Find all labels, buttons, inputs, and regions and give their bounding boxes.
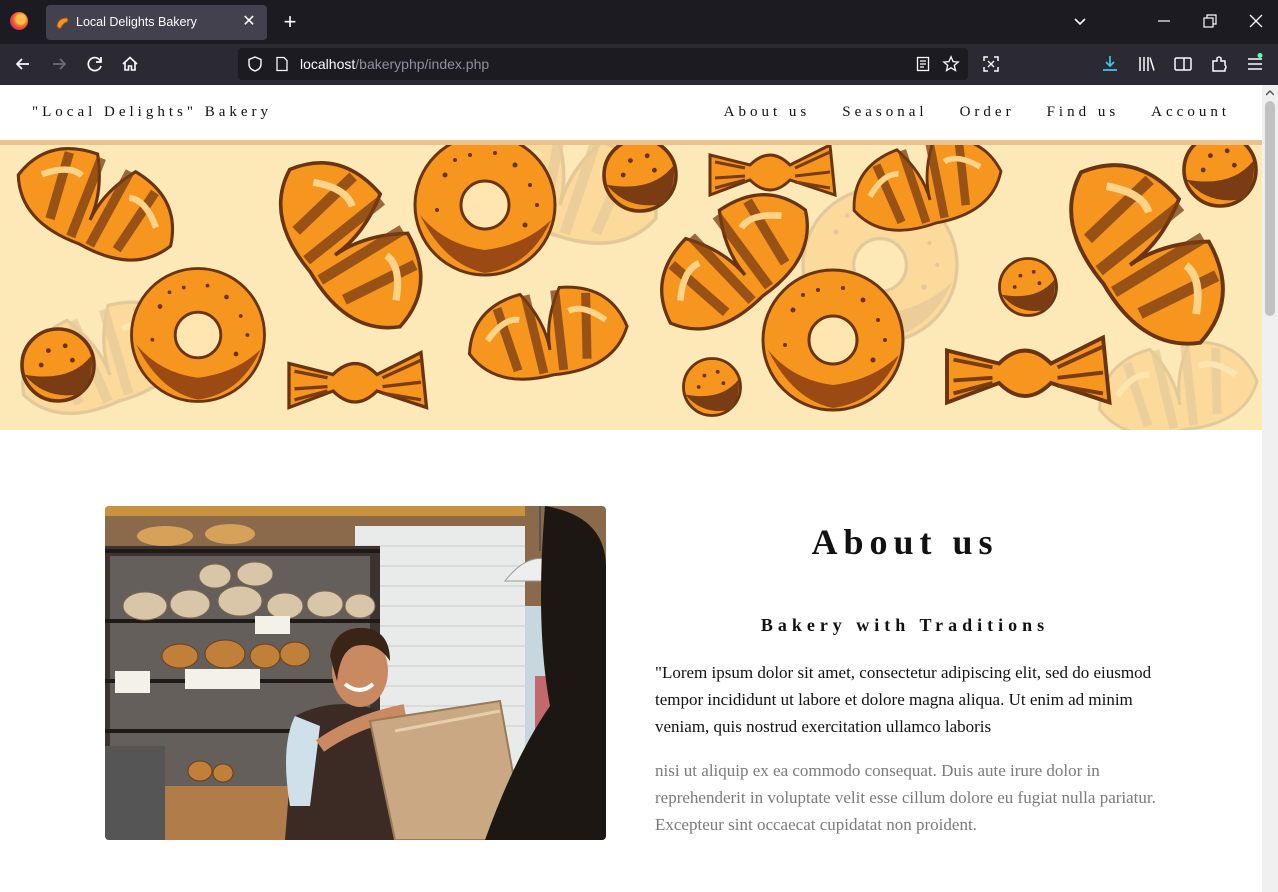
browser-tab-active[interactable]: Local Delights Bakery ✕ xyxy=(46,5,267,40)
site-nav: About us Seasonal Order Find us Account xyxy=(724,104,1230,121)
firefox-logo-icon[interactable] xyxy=(10,12,28,30)
browser-tabbar: Local Delights Bakery ✕ + xyxy=(0,0,1278,44)
baker-handing-bag-image xyxy=(105,506,606,840)
url-path: /bakeryphp/index.php xyxy=(355,56,490,72)
nav-link-find-us[interactable]: Find us xyxy=(1047,104,1120,121)
screenshot-icon[interactable] xyxy=(980,53,1002,75)
download-icon[interactable] xyxy=(1099,53,1121,75)
url-bar[interactable]: localhost/bakeryphp/index.php xyxy=(238,48,968,80)
url-text[interactable]: localhost/bakeryphp/index.php xyxy=(300,56,489,72)
tab-close-icon[interactable]: ✕ xyxy=(239,11,259,33)
about-paragraph-primary: "Lorem ipsum dolor sit amet, consectetur… xyxy=(655,663,1152,736)
croissant-favicon-icon xyxy=(56,17,69,29)
pastry-pattern-illustration xyxy=(0,145,1262,430)
library-icon[interactable] xyxy=(1136,53,1158,75)
scrollbar-thumb[interactable] xyxy=(1265,101,1275,316)
hero-banner xyxy=(0,145,1262,430)
bakery-photo xyxy=(105,506,606,840)
about-subtitle: Bakery with Traditions xyxy=(760,615,1050,635)
new-tab-icon[interactable]: + xyxy=(279,8,301,36)
scroll-up-arrow-icon[interactable] xyxy=(1266,89,1274,97)
reader-view-icon[interactable] xyxy=(915,56,931,72)
extensions-icon[interactable] xyxy=(1208,53,1230,75)
nav-link-about-us[interactable]: About us xyxy=(724,104,811,121)
sidebar-icon[interactable] xyxy=(1172,53,1194,75)
bookmark-star-icon[interactable] xyxy=(942,55,960,73)
home-icon[interactable] xyxy=(119,53,141,75)
minimize-icon[interactable] xyxy=(1155,10,1173,32)
page-viewport: "Local Delights" Bakery About us Seasona… xyxy=(0,85,1262,892)
reload-icon[interactable] xyxy=(84,53,106,75)
chevron-down-icon[interactable] xyxy=(1070,12,1090,32)
url-host: localhost xyxy=(300,56,356,72)
nav-link-account[interactable]: Account xyxy=(1151,104,1230,121)
site-header: "Local Delights" Bakery About us Seasona… xyxy=(0,85,1262,140)
back-icon[interactable] xyxy=(12,53,34,75)
nav-link-seasonal[interactable]: Seasonal xyxy=(842,104,927,121)
shield-icon[interactable] xyxy=(246,55,264,73)
about-paragraph-secondary: nisi ut aliquip ex ea commodo consequat.… xyxy=(655,761,1156,834)
tab-title: Local Delights Bakery xyxy=(76,15,197,29)
restore-icon[interactable] xyxy=(1200,10,1220,32)
browser-toolbar: localhost/bakeryphp/index.php xyxy=(0,44,1278,85)
window-close-icon[interactable] xyxy=(1246,10,1266,32)
nav-link-order[interactable]: Order xyxy=(960,104,1015,121)
brand-logo[interactable]: "Local Delights" Bakery xyxy=(32,104,272,121)
page-scrollbar[interactable] xyxy=(1262,85,1278,892)
about-title: About us xyxy=(811,522,999,562)
forward-icon[interactable] xyxy=(48,53,70,75)
page-icon[interactable] xyxy=(274,56,290,72)
menu-icon[interactable] xyxy=(1244,53,1266,75)
